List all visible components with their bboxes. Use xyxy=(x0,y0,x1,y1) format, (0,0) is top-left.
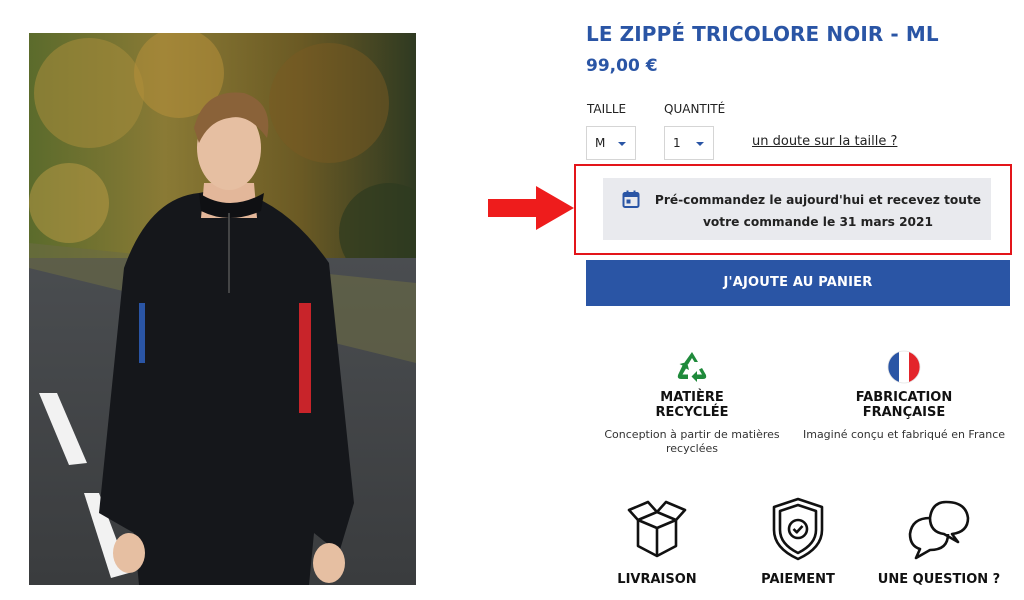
product-title: LE ZIPPÉ TRICOLORE NOIR - ML xyxy=(586,22,939,46)
shield-check-icon xyxy=(772,497,824,561)
preorder-notice: Pré-commandez le aujourd'hui et recevez … xyxy=(603,178,991,240)
calendar-icon xyxy=(622,190,640,208)
feature-desc-line1: Imaginé conçu et fabriqué en France xyxy=(802,428,1006,441)
feature-recycled: MATIÈRE RECYCLÉE Conception à partir de … xyxy=(596,350,788,456)
product-image[interactable] xyxy=(29,33,416,585)
feature-made-in-france: FABRICATION FRANÇAISE Imaginé conçu et f… xyxy=(796,350,1012,442)
feature-title-line1: FABRICATION xyxy=(855,390,953,405)
size-guide-link[interactable]: un doute sur la taille ? xyxy=(752,134,897,149)
feature-title-line1: MATIÈRE xyxy=(660,390,724,405)
chat-bubbles-icon xyxy=(908,500,970,560)
size-select[interactable]: M xyxy=(586,126,636,160)
feature-title-line2: FRANÇAISE xyxy=(862,405,946,420)
chevron-down-icon xyxy=(696,142,704,146)
preorder-text-line1: Pré-commandez le aujourd'hui et recevez … xyxy=(654,193,982,207)
preorder-text-line2: votre commande le 31 mars 2021 xyxy=(702,215,934,229)
product-price: 99,00 € xyxy=(586,56,658,76)
add-to-cart-button[interactable]: J'AJOUTE AU PANIER xyxy=(586,260,1010,306)
annotation-arrow-icon xyxy=(488,186,574,230)
service-label: LIVRAISON xyxy=(617,572,697,587)
size-select-value: M xyxy=(595,136,606,150)
size-label: TAILLE xyxy=(587,102,627,116)
chevron-down-icon xyxy=(618,142,626,146)
service-delivery[interactable]: LIVRAISON xyxy=(587,496,727,587)
recycle-icon xyxy=(677,352,707,382)
feature-desc-line2: recyclées xyxy=(666,442,718,455)
feature-desc-line1: Conception à partir de matières xyxy=(604,428,780,441)
quantity-label: QUANTITÉ xyxy=(664,102,726,116)
feature-title-line2: RECYCLÉE xyxy=(655,405,729,420)
service-label: PAIEMENT xyxy=(761,572,835,587)
box-icon xyxy=(627,500,687,558)
service-question[interactable]: UNE QUESTION ? xyxy=(869,496,1009,587)
quantity-select-value: 1 xyxy=(673,136,681,150)
service-payment[interactable]: PAIEMENT xyxy=(728,496,868,587)
quantity-select[interactable]: 1 xyxy=(664,126,714,160)
service-label: UNE QUESTION ? xyxy=(877,572,1001,587)
french-flag-icon xyxy=(887,350,921,384)
